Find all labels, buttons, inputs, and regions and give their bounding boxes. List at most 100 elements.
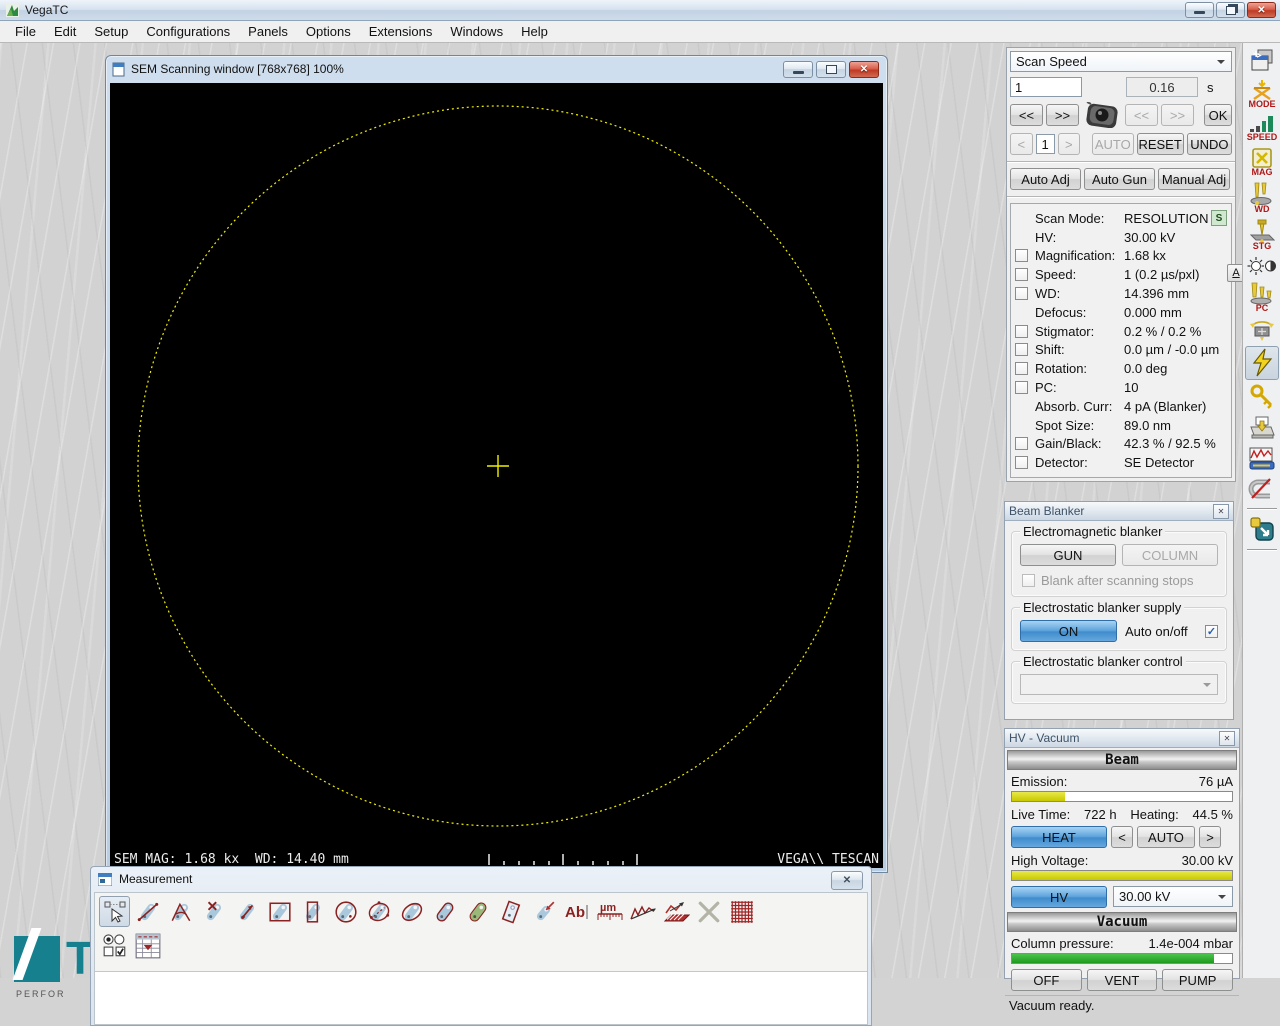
hv-vacuum-titlebar[interactable]: HV - Vacuum ✕	[1005, 729, 1239, 748]
sem-window-titlebar[interactable]: SEM Scanning window [768x768] 100% ✕	[106, 56, 887, 82]
sem-minimize-button[interactable]	[783, 61, 813, 78]
pc-checkbox[interactable]	[1015, 381, 1028, 394]
measure-two-points-tool[interactable]	[132, 896, 163, 927]
sem-restore-button[interactable]	[816, 61, 846, 78]
beam-blanker-titlebar[interactable]: Beam Blanker ✕	[1005, 502, 1233, 521]
stg-button[interactable]: STG	[1245, 218, 1279, 252]
hv-vacuum-close-button[interactable]: ✕	[1219, 731, 1235, 746]
wd-button[interactable]: WD	[1245, 181, 1279, 215]
magnification-checkbox[interactable]	[1015, 249, 1028, 262]
measure-area-tool[interactable]	[462, 896, 493, 927]
measure-parallelogram-tool[interactable]	[495, 896, 526, 927]
measure-vertical-rect-tool[interactable]	[297, 896, 328, 927]
sem-close-button[interactable]: ✕	[849, 61, 879, 78]
heating-decrease-button[interactable]: <	[1111, 826, 1133, 848]
menu-setup[interactable]: Setup	[85, 22, 137, 41]
scale-bar-tool[interactable]: µm µm	[594, 896, 625, 927]
switch-window-button[interactable]	[1245, 515, 1279, 543]
blanker-control-select[interactable]	[1020, 674, 1218, 695]
vacuum-pump-button[interactable]: PUMP	[1162, 969, 1233, 991]
decrease-secondary-button[interactable]: <<	[1125, 104, 1158, 126]
beam-blanker-close-button[interactable]: ✕	[1213, 504, 1229, 519]
pc-button[interactable]: PC	[1245, 280, 1279, 314]
decrease-button[interactable]: <<	[1010, 104, 1043, 126]
measure-contour-tool[interactable]	[429, 896, 460, 927]
key-button[interactable]	[1245, 383, 1279, 411]
manual-adj-button[interactable]: Manual Adj	[1158, 168, 1230, 190]
signal-monitor-button[interactable]	[1245, 445, 1279, 473]
menu-windows[interactable]: Windows	[441, 22, 512, 41]
heat-button[interactable]: HEAT	[1011, 826, 1107, 848]
beam-on-button[interactable]	[1245, 346, 1279, 380]
column-button[interactable]: COLUMN	[1122, 544, 1218, 566]
increase-secondary-button[interactable]: >>	[1161, 104, 1194, 126]
profile-tool[interactable]	[627, 896, 658, 927]
detector-checkbox[interactable]	[1015, 456, 1028, 469]
function-selector[interactable]: Scan Speed	[1010, 51, 1232, 72]
mode-button[interactable]: MODE	[1245, 78, 1279, 110]
measure-pointer-tool[interactable]	[528, 896, 559, 927]
undo-button[interactable]: UNDO	[1187, 133, 1232, 155]
stage-control-button[interactable]	[1245, 317, 1279, 343]
spin-down-button[interactable]: <	[1010, 133, 1033, 155]
print-button[interactable]	[1245, 414, 1279, 442]
shift-checkbox[interactable]	[1015, 343, 1028, 356]
minimize-button[interactable]	[1185, 2, 1214, 18]
measure-rectangle-tool[interactable]	[264, 896, 295, 927]
restore-button[interactable]	[1216, 2, 1245, 18]
memory-index-field[interactable]: 1	[1036, 134, 1055, 154]
measure-cross-tool[interactable]	[198, 896, 229, 927]
grid-tool[interactable]	[726, 896, 757, 927]
hv-select[interactable]: 30.00 kV	[1113, 886, 1233, 907]
increase-button[interactable]: >>	[1046, 104, 1079, 126]
hv-button[interactable]: HV	[1011, 886, 1107, 908]
measure-arrow-tool[interactable]	[231, 896, 262, 927]
menu-panels[interactable]: Panels	[239, 22, 297, 41]
menu-help[interactable]: Help	[512, 22, 557, 41]
panels-button[interactable]	[1245, 47, 1279, 75]
menu-edit[interactable]: Edit	[45, 22, 85, 41]
measure-circle-tool[interactable]	[330, 896, 361, 927]
measure-ellipse-points-tool[interactable]	[363, 896, 394, 927]
heating-increase-button[interactable]: >	[1199, 826, 1221, 848]
text-label-tool[interactable]: Ab Ab	[561, 896, 592, 927]
menu-file[interactable]: File	[6, 22, 45, 41]
mag-button[interactable]: MAG	[1245, 146, 1279, 178]
gain-black-checkbox[interactable]	[1015, 437, 1028, 450]
speed-checkbox[interactable]	[1015, 268, 1028, 281]
menu-extensions[interactable]: Extensions	[360, 22, 442, 41]
measurement-titlebar[interactable]: Measurement ✕	[91, 867, 871, 891]
display-options-tool[interactable]	[99, 930, 130, 961]
vacuum-off-button[interactable]: OFF	[1011, 969, 1082, 991]
stigmator-checkbox[interactable]	[1015, 325, 1028, 338]
scan-speed-input[interactable]: 1	[1010, 77, 1082, 97]
auto-adj-button[interactable]: Auto Adj	[1010, 168, 1081, 190]
delete-measurement-tool[interactable]	[693, 896, 724, 927]
sem-image-canvas[interactable]: SEM MAG: 1.68 kx WD: 14.40 mm VEGA\\ TES…	[110, 83, 883, 868]
measure-ellipse-tool[interactable]	[396, 896, 427, 927]
degauss-button[interactable]	[1245, 476, 1279, 502]
select-tool[interactable]	[99, 896, 130, 927]
spin-up-button[interactable]: >	[1058, 133, 1081, 155]
auto-gun-button[interactable]: Auto Gun	[1084, 168, 1155, 190]
gun-button[interactable]: GUN	[1020, 544, 1116, 566]
results-table-tool[interactable]	[132, 930, 163, 961]
brightness-contrast-button[interactable]	[1245, 255, 1279, 277]
wd-checkbox[interactable]	[1015, 287, 1028, 300]
profile-3d-tool[interactable]	[660, 896, 691, 927]
measurement-close-button[interactable]: ✕	[831, 871, 863, 890]
reset-button[interactable]: RESET	[1137, 133, 1184, 155]
menu-configurations[interactable]: Configurations	[137, 22, 239, 41]
auto-button[interactable]: AUTO	[1092, 133, 1133, 155]
blank-after-scan-checkbox[interactable]	[1022, 574, 1035, 587]
ok-button[interactable]: OK	[1204, 104, 1232, 126]
heating-auto-button[interactable]: AUTO	[1137, 826, 1195, 848]
menu-options[interactable]: Options	[297, 22, 360, 41]
vacuum-vent-button[interactable]: VENT	[1087, 969, 1158, 991]
measure-angle-tool[interactable]	[165, 896, 196, 927]
close-button[interactable]: ✕	[1247, 2, 1276, 18]
speed-button[interactable]: SPEED	[1245, 113, 1279, 143]
auto-onoff-checkbox[interactable]: ✓	[1205, 625, 1218, 638]
rotation-checkbox[interactable]	[1015, 362, 1028, 375]
blanker-on-button[interactable]: ON	[1020, 620, 1117, 642]
